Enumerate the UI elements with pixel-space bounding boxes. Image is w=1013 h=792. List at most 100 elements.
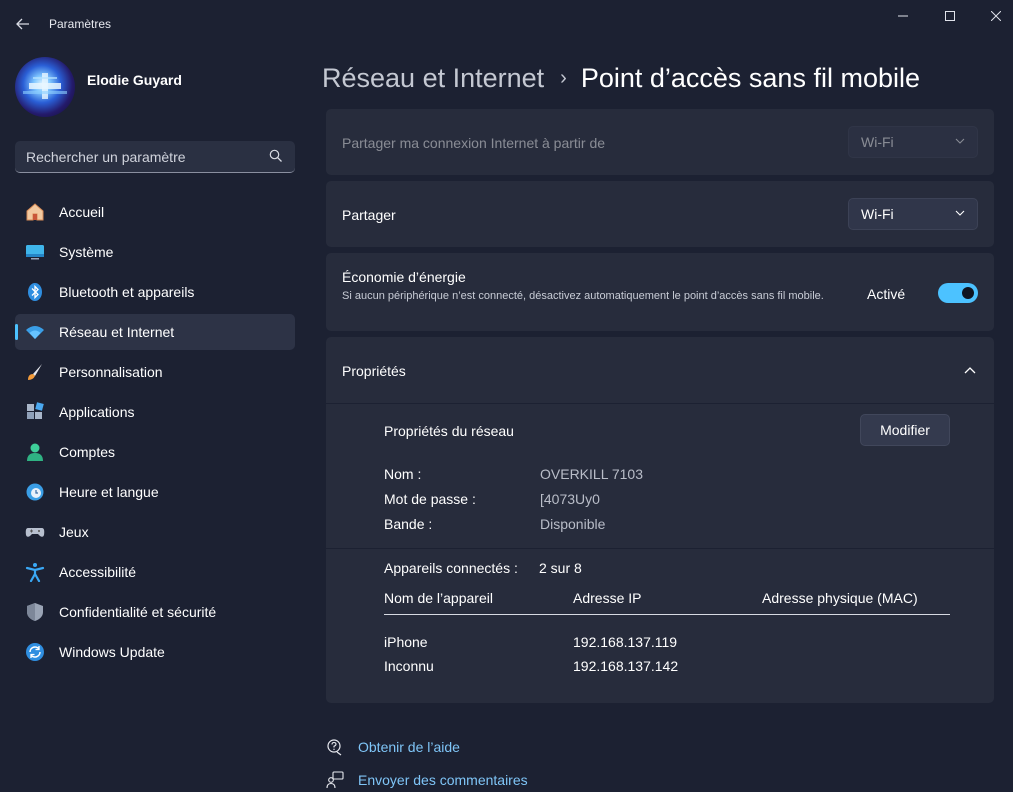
sidebar-item-systeme[interactable]: Système xyxy=(15,234,295,270)
sidebar-item-label: Accessibilité xyxy=(59,564,137,580)
sidebar-item-label: Système xyxy=(59,244,114,260)
wifi-icon xyxy=(25,322,45,342)
chevron-up-icon[interactable] xyxy=(964,365,976,375)
share-over-card: Partager Wi-Fi xyxy=(326,181,994,247)
power-saving-toggle[interactable] xyxy=(938,283,978,303)
clock-icon xyxy=(25,482,45,502)
power-saving-state: Activé xyxy=(867,286,906,302)
properties-card: Propriétés Propriétés du réseau Modifier… xyxy=(326,337,994,703)
close-icon xyxy=(991,11,1001,21)
device-name-cell: iPhone xyxy=(384,634,428,650)
sidebar-item-comptes[interactable]: Comptes xyxy=(15,434,295,470)
column-header-device-name: Nom de l’appareil xyxy=(384,590,493,606)
sidebar-item-label: Bluetooth et appareils xyxy=(59,284,195,300)
app-title: Paramètres xyxy=(49,17,112,31)
sidebar-item-accueil[interactable]: Accueil xyxy=(15,194,295,230)
connected-devices-value: 2 sur 8 xyxy=(539,560,582,576)
device-name-cell: Inconnu xyxy=(384,658,434,674)
maximize-icon xyxy=(945,11,955,21)
search-icon[interactable] xyxy=(269,149,283,163)
sidebar-item-label: Comptes xyxy=(59,444,116,460)
system-icon xyxy=(25,242,45,262)
share-from-dropdown[interactable]: Wi-Fi xyxy=(848,126,978,158)
name-value: OVERKILL 7103 xyxy=(540,466,643,482)
sidebar-item-label: Heure et langue xyxy=(59,484,159,500)
account-icon xyxy=(25,442,45,462)
sidebar-item-label: Applications xyxy=(59,404,135,420)
sidebar-item-bluetooth[interactable]: Bluetooth et appareils xyxy=(15,274,295,310)
page-title: Point d’accès sans fil mobile xyxy=(580,62,920,93)
breadcrumb: Réseau et Internet › Point d’accès sans … xyxy=(322,58,920,98)
share-from-card: Partager ma connexion Internet à partir … xyxy=(326,109,994,175)
power-saving-title: Économie d’énergie xyxy=(342,269,466,285)
help-link[interactable]: Obtenir de l’aide xyxy=(358,739,460,755)
home-icon xyxy=(25,202,45,222)
feedback-icon xyxy=(326,771,344,789)
sidebar-item-windows-update[interactable]: Windows Update xyxy=(15,634,295,670)
help-icon xyxy=(327,739,342,756)
search-box[interactable] xyxy=(15,141,295,173)
band-key: Bande : xyxy=(384,516,433,532)
chevron-down-icon xyxy=(955,210,965,216)
share-over-label: Partager xyxy=(342,207,396,223)
avatar[interactable] xyxy=(15,57,75,117)
sidebar-item-heure[interactable]: Heure et langue xyxy=(15,474,295,510)
band-value: Disponible xyxy=(540,516,606,532)
shield-icon xyxy=(25,602,45,622)
accessibility-icon xyxy=(25,562,45,582)
sidebar-nav: Accueil Système Bluetooth et appareils R… xyxy=(15,194,295,674)
sidebar-item-label: Windows Update xyxy=(59,644,165,660)
close-button[interactable] xyxy=(973,0,1013,32)
avatar-image xyxy=(23,73,67,99)
feedback-link[interactable]: Envoyer des commentaires xyxy=(358,772,528,788)
breadcrumb-separator: › xyxy=(560,66,567,89)
gamepad-icon xyxy=(25,522,45,542)
device-ip-cell: 192.168.137.142 xyxy=(573,658,679,674)
password-value: [4073Uy0 xyxy=(540,491,600,507)
brush-icon xyxy=(25,362,45,382)
sidebar-item-reseau[interactable]: Réseau et Internet xyxy=(15,314,295,350)
share-over-dropdown[interactable]: Wi-Fi xyxy=(848,198,978,230)
sidebar-item-label: Confidentialité et sécurité xyxy=(59,604,217,620)
power-saving-description: Si aucun périphérique n’est connecté, dé… xyxy=(342,290,824,302)
update-icon xyxy=(25,642,45,662)
apps-icon xyxy=(25,402,45,422)
search-input[interactable] xyxy=(26,148,256,165)
divider xyxy=(326,548,994,549)
device-ip-cell: 192.168.137.119 xyxy=(573,634,678,650)
properties-header[interactable]: Propriétés xyxy=(326,337,994,404)
minimize-button[interactable] xyxy=(880,0,926,32)
back-button[interactable] xyxy=(8,10,38,38)
password-key: Mot de passe : xyxy=(384,491,476,507)
breadcrumb-parent[interactable]: Réseau et Internet xyxy=(322,63,544,94)
sidebar-item-label: Réseau et Internet xyxy=(59,324,175,340)
share-from-value: Wi-Fi xyxy=(861,134,894,150)
feedback-link-row[interactable]: Envoyer des commentaires xyxy=(326,771,528,789)
power-saving-card: Économie d’énergie Si aucun périphérique… xyxy=(326,253,994,331)
help-link-row[interactable]: Obtenir de l’aide xyxy=(326,738,460,756)
back-arrow-icon xyxy=(16,18,29,30)
sidebar-item-personnalisation[interactable]: Personnalisation xyxy=(15,354,295,390)
table-header-divider xyxy=(384,614,950,615)
sidebar-item-label: Personnalisation xyxy=(59,364,163,380)
network-properties-title: Propriétés du réseau xyxy=(384,423,514,439)
sidebar-item-label: Accueil xyxy=(59,204,105,220)
sidebar-item-confidentialite[interactable]: Confidentialité et sécurité xyxy=(15,594,295,630)
name-key: Nom : xyxy=(384,466,422,482)
bluetooth-icon xyxy=(25,282,45,302)
chevron-down-icon xyxy=(955,138,965,144)
user-name: Elodie Guyard xyxy=(87,72,182,88)
minimize-icon xyxy=(898,15,908,17)
edit-button[interactable]: Modifier xyxy=(860,414,950,446)
sidebar-item-applications[interactable]: Applications xyxy=(15,394,295,430)
column-header-mac: Adresse physique (MAC) xyxy=(762,590,918,606)
title-bar: Paramètres xyxy=(0,0,1013,48)
share-over-value: Wi-Fi xyxy=(861,206,894,222)
properties-title: Propriétés xyxy=(342,363,406,379)
sidebar-item-accessibilite[interactable]: Accessibilité xyxy=(15,554,295,590)
sidebar-item-jeux[interactable]: Jeux xyxy=(15,514,295,550)
maximize-button[interactable] xyxy=(927,0,973,32)
connected-devices-key: Appareils connectés : xyxy=(384,560,518,576)
toggle-knob xyxy=(962,287,974,299)
sidebar-item-label: Jeux xyxy=(59,524,89,540)
